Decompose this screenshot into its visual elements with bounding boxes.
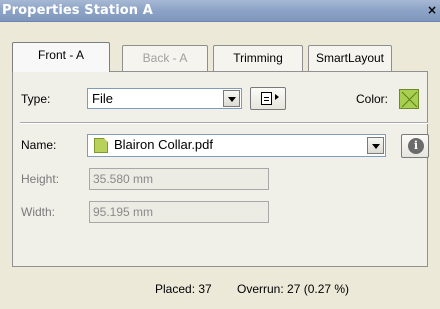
caret-right-icon bbox=[275, 94, 279, 100]
tab-back-a: Back - A bbox=[122, 45, 208, 71]
window-title: Properties Station A bbox=[2, 3, 153, 18]
color-swatch[interactable] bbox=[399, 89, 419, 109]
color-cross-icon bbox=[401, 91, 418, 108]
close-icon[interactable]: × bbox=[426, 3, 438, 17]
chevron-down-icon[interactable] bbox=[367, 137, 384, 154]
type-select-value: File bbox=[92, 91, 113, 106]
chevron-down-icon[interactable] bbox=[223, 90, 240, 107]
name-select[interactable]: Blairon Collar.pdf bbox=[87, 134, 386, 157]
document-icon bbox=[261, 92, 272, 105]
name-select-value: Blairon Collar.pdf bbox=[114, 137, 213, 152]
width-label: Width: bbox=[21, 205, 56, 219]
status-bar: Placed: 37 Overrun: 27 (0.27 %) bbox=[0, 280, 440, 300]
height-input: 35.580 mm bbox=[89, 168, 269, 190]
overrun-count: Overrun: 27 (0.27 %) bbox=[237, 282, 350, 296]
width-input: 95.195 mm bbox=[89, 201, 269, 223]
title-bar: Properties Station A × bbox=[0, 0, 440, 22]
type-label: Type: bbox=[21, 92, 51, 106]
tab-smartlayout[interactable]: SmartLayout bbox=[308, 45, 392, 71]
color-label: Color: bbox=[356, 92, 389, 106]
info-icon: i bbox=[408, 138, 424, 154]
tab-trimming[interactable]: Trimming bbox=[213, 45, 303, 71]
pdf-file-icon bbox=[94, 138, 108, 153]
info-button[interactable]: i bbox=[401, 134, 429, 158]
height-label: Height: bbox=[21, 172, 60, 186]
tab-front-a[interactable]: Front - A bbox=[12, 42, 110, 72]
separator bbox=[20, 122, 428, 124]
placed-count: Placed: 37 bbox=[155, 282, 212, 296]
document-menu-button[interactable] bbox=[250, 87, 286, 110]
type-select[interactable]: File bbox=[87, 88, 242, 109]
name-label: Name: bbox=[21, 138, 57, 152]
